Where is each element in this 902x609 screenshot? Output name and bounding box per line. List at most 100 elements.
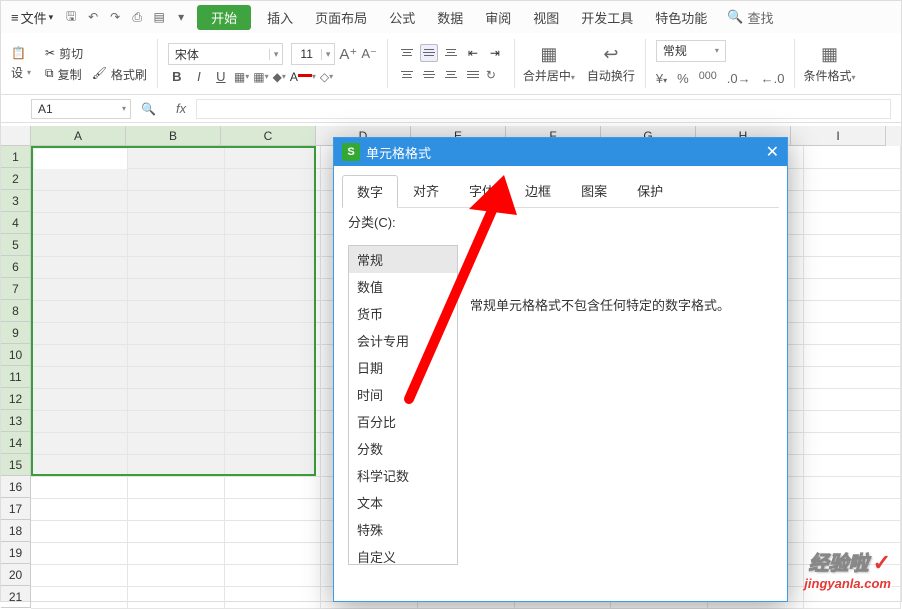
bold-button[interactable]: B: [168, 69, 186, 84]
tab-insert[interactable]: 插入: [257, 5, 303, 30]
copy-button[interactable]: ⧉复制: [45, 66, 82, 83]
dialog-tab[interactable]: 保护: [622, 174, 678, 207]
col-header[interactable]: B: [126, 126, 221, 146]
zoom-icon[interactable]: 🔍: [141, 102, 156, 116]
category-item[interactable]: 分数: [349, 435, 457, 462]
save-icon[interactable]: 🖫: [61, 7, 81, 27]
underline-button[interactable]: U: [212, 69, 230, 84]
category-item[interactable]: 特殊: [349, 516, 457, 543]
highlight-button[interactable]: ◇▾: [320, 70, 333, 84]
row-header[interactable]: 8: [1, 300, 31, 322]
indent-left-icon[interactable]: ⇤: [464, 44, 482, 62]
dialog-tab[interactable]: 边框: [510, 174, 566, 207]
tab-formula[interactable]: 公式: [379, 5, 425, 30]
increase-decimal-icon[interactable]: .0→: [727, 71, 751, 86]
category-item[interactable]: 常规: [349, 246, 457, 273]
category-item[interactable]: 货币: [349, 300, 457, 327]
row-header[interactable]: 17: [1, 498, 31, 520]
dialog-titlebar[interactable]: S 单元格格式 ✕: [334, 138, 787, 166]
tab-page-layout[interactable]: 页面布局: [305, 5, 377, 30]
row-header[interactable]: 19: [1, 542, 31, 564]
justify-icon[interactable]: [464, 66, 482, 84]
row-header[interactable]: 18: [1, 520, 31, 542]
tab-view[interactable]: 视图: [523, 5, 569, 30]
increase-font-icon[interactable]: A⁺: [339, 45, 357, 63]
row-header[interactable]: 6: [1, 256, 31, 278]
tab-review[interactable]: 审阅: [475, 5, 521, 30]
category-item[interactable]: 日期: [349, 354, 457, 381]
decrease-decimal-icon[interactable]: ←.0: [761, 71, 785, 86]
col-header[interactable]: A: [31, 126, 126, 146]
currency-icon[interactable]: ¥▾: [656, 71, 667, 86]
row-header[interactable]: 3: [1, 190, 31, 212]
fx-icon[interactable]: fx: [176, 101, 186, 116]
cell-fill-button[interactable]: ▦▾: [253, 70, 268, 84]
align-right-icon[interactable]: [442, 66, 460, 84]
dialog-tab[interactable]: 对齐: [398, 174, 454, 207]
italic-button[interactable]: I: [190, 69, 208, 84]
row-header[interactable]: 15: [1, 454, 31, 476]
format-painter-button[interactable]: 🖌格式刷: [92, 66, 147, 83]
row-header[interactable]: 4: [1, 212, 31, 234]
category-item[interactable]: 时间: [349, 381, 457, 408]
row-header[interactable]: 11: [1, 366, 31, 388]
font-name-combo[interactable]: 宋体▾: [168, 43, 284, 65]
row-header[interactable]: 21: [1, 586, 31, 608]
settings-label[interactable]: 设: [11, 64, 23, 81]
orientation-icon[interactable]: ↻: [486, 68, 496, 82]
merge-center-button[interactable]: ▦ 合并居中▾: [521, 35, 577, 92]
dialog-tab[interactable]: 数字: [342, 175, 398, 208]
file-menu[interactable]: ≡文件▾: [5, 6, 59, 29]
close-icon[interactable]: ✕: [766, 142, 779, 162]
align-center-icon[interactable]: [420, 66, 438, 84]
row-header[interactable]: 20: [1, 564, 31, 586]
row-header[interactable]: 13: [1, 410, 31, 432]
dialog-tab[interactable]: 图案: [566, 174, 622, 207]
undo-icon[interactable]: ↶: [83, 7, 103, 27]
row-header[interactable]: 5: [1, 234, 31, 256]
align-top-icon[interactable]: [398, 44, 416, 62]
percent-icon[interactable]: %: [677, 71, 689, 86]
cut-button[interactable]: ✂ 剪切: [45, 45, 147, 62]
align-left-icon[interactable]: [398, 66, 416, 84]
col-header[interactable]: I: [791, 126, 886, 146]
tab-special[interactable]: 特色功能: [645, 5, 717, 30]
search-menu[interactable]: 🔍 查找: [727, 8, 773, 27]
category-item[interactable]: 百分比: [349, 408, 457, 435]
col-header[interactable]: C: [221, 126, 316, 146]
category-list[interactable]: 常规数值货币会计专用日期时间百分比分数科学记数文本特殊自定义: [348, 245, 458, 565]
row-header[interactable]: 12: [1, 388, 31, 410]
border-button[interactable]: ▦▾: [234, 70, 249, 84]
row-header[interactable]: 1: [1, 146, 31, 168]
tab-start[interactable]: 开始: [197, 5, 251, 30]
redo-icon[interactable]: ↷: [105, 7, 125, 27]
more-icon[interactable]: ▾: [171, 7, 191, 27]
font-size-combo[interactable]: 11▾: [291, 43, 335, 65]
category-item[interactable]: 文本: [349, 489, 457, 516]
category-item[interactable]: 自定义: [349, 543, 457, 565]
row-header[interactable]: 7: [1, 278, 31, 300]
category-item[interactable]: 科学记数: [349, 462, 457, 489]
paste-icon[interactable]: 📋: [11, 46, 26, 60]
indent-right-icon[interactable]: ⇥: [486, 44, 504, 62]
align-middle-icon[interactable]: [420, 44, 438, 62]
cond-format-button[interactable]: ▦ 条件格式▾: [801, 35, 857, 92]
category-item[interactable]: 数值: [349, 273, 457, 300]
fill-color-button[interactable]: ◆▾: [273, 70, 286, 84]
preview-icon[interactable]: ▤: [149, 7, 169, 27]
row-header[interactable]: 16: [1, 476, 31, 498]
row-header[interactable]: 10: [1, 344, 31, 366]
dialog-tab[interactable]: 字体: [454, 174, 510, 207]
number-format-combo[interactable]: 常规▾: [656, 40, 726, 62]
auto-wrap-button[interactable]: ↩ 自动换行: [583, 35, 639, 92]
category-item[interactable]: 会计专用: [349, 327, 457, 354]
comma-icon[interactable]: 000: [699, 70, 717, 87]
row-header[interactable]: 9: [1, 322, 31, 344]
tab-dev[interactable]: 开发工具: [571, 5, 643, 30]
align-bottom-icon[interactable]: [442, 44, 460, 62]
tab-data[interactable]: 数据: [427, 5, 473, 30]
decrease-font-icon[interactable]: A⁻: [361, 46, 377, 62]
font-color-button[interactable]: A▾: [290, 70, 316, 84]
select-all-corner[interactable]: [1, 126, 31, 146]
print-icon[interactable]: ⎙: [127, 7, 147, 27]
